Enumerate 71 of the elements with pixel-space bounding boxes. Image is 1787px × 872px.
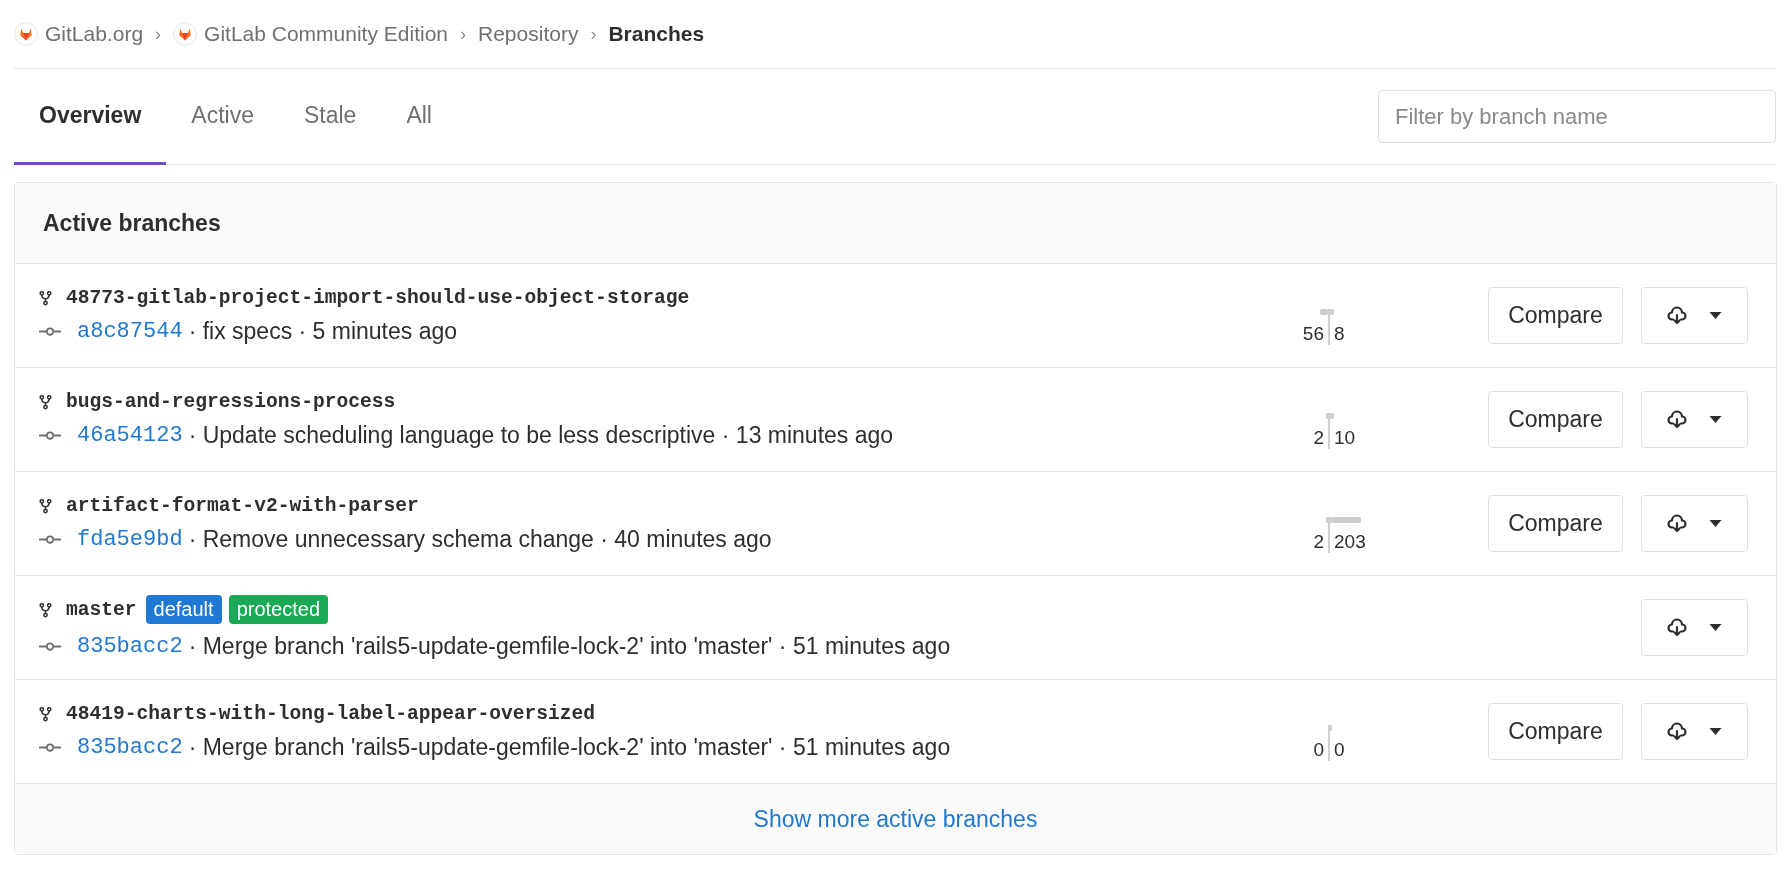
gitlab-logo-icon bbox=[14, 22, 38, 46]
caret-icon bbox=[1709, 727, 1722, 736]
divergence-count: 10 bbox=[1333, 426, 1357, 449]
caret-icon bbox=[1709, 311, 1722, 320]
breadcrumb-separator: › bbox=[590, 23, 597, 45]
commit-sha-link[interactable]: fda5e9bd bbox=[77, 526, 183, 552]
commit-info: · Merge branch 'rails5-update-gemfile-lock-2' into 'master' · 51 minutes ago bbox=[188, 633, 951, 660]
commit-sha-link[interactable]: a8c87544 bbox=[77, 318, 183, 344]
commit-icon bbox=[39, 741, 61, 753]
tab[interactable]: Active bbox=[166, 69, 279, 165]
branch-badge: default bbox=[145, 595, 222, 624]
divergence-count: 56 bbox=[1301, 322, 1325, 345]
commit-info: · Update scheduling language to be less descriptive · 13 minutes ago bbox=[188, 421, 894, 449]
divergence-count: 203 bbox=[1333, 530, 1367, 553]
divergence-count: 2 bbox=[1312, 530, 1325, 553]
commit-info: · fix specs · 5 minutes ago bbox=[188, 317, 458, 345]
cloud-download-icon bbox=[1667, 409, 1687, 430]
show-more-link[interactable]: Show more active branches bbox=[753, 805, 1038, 833]
commit-icon bbox=[39, 641, 61, 652]
commit-info: · Merge branch 'rails5-update-gemfile-lock-2' into 'master' · 51 minutes ago bbox=[188, 733, 951, 761]
commit-icon bbox=[39, 429, 61, 441]
branch-name[interactable]: master bbox=[66, 598, 137, 621]
branch-icon bbox=[39, 393, 52, 410]
branch-badge: protected bbox=[228, 595, 328, 624]
branch-name[interactable]: 48419-charts-with-long-label-appear-oversized bbox=[66, 702, 596, 725]
tab[interactable]: Overview bbox=[14, 69, 167, 165]
breadcrumb-link[interactable]: Branches bbox=[608, 22, 705, 46]
caret-icon bbox=[1709, 623, 1722, 632]
compare-button[interactable]: Compare bbox=[1488, 287, 1623, 344]
tab[interactable]: Stale bbox=[278, 69, 382, 165]
cloud-download-icon bbox=[1667, 305, 1687, 326]
download-button[interactable] bbox=[1641, 599, 1748, 656]
compare-button[interactable]: Compare bbox=[1488, 703, 1623, 760]
divergence-bar bbox=[1332, 516, 1361, 523]
compare-button[interactable]: Compare bbox=[1488, 495, 1623, 552]
commit-sha-link[interactable]: 46a54123 bbox=[77, 422, 183, 448]
branch-icon bbox=[39, 705, 52, 722]
divergence-count: 0 bbox=[1312, 738, 1325, 761]
cloud-download-icon bbox=[1667, 513, 1687, 534]
commit-sha-link[interactable]: 835bacc2 bbox=[77, 634, 183, 659]
tab[interactable]: All bbox=[381, 69, 457, 165]
branch-name[interactable]: bugs-and-regressions-process bbox=[66, 390, 396, 413]
branch-name[interactable]: 48773-gitlab-project-import-should-use-object-storage bbox=[66, 286, 690, 309]
breadcrumb-link[interactable]: GitLab Community Edition bbox=[173, 22, 448, 46]
commit-icon bbox=[39, 533, 61, 545]
download-button[interactable] bbox=[1641, 703, 1748, 760]
breadcrumb-separator: › bbox=[155, 23, 162, 45]
filter-input[interactable]: Filter by branch name bbox=[1378, 90, 1776, 143]
branch-name[interactable]: artifact-format-v2-with-parser bbox=[66, 494, 419, 517]
divergence-count: 2 bbox=[1312, 426, 1325, 449]
breadcrumb-link[interactable]: Repository bbox=[478, 22, 579, 46]
commit-info: · Remove unnecessary schema change · 40 minutes ago bbox=[188, 525, 772, 553]
panel-header: Active branches bbox=[15, 183, 1776, 264]
breadcrumb-separator: › bbox=[460, 23, 466, 45]
commit-sha-link[interactable]: 835bacc2 bbox=[77, 734, 183, 760]
cloud-download-icon bbox=[1667, 617, 1687, 638]
compare-button[interactable]: Compare bbox=[1488, 391, 1623, 448]
caret-icon bbox=[1709, 415, 1722, 424]
breadcrumb-link[interactable]: GitLab.org bbox=[14, 22, 144, 46]
commit-icon bbox=[39, 325, 61, 337]
gitlab-logo-icon bbox=[173, 22, 198, 46]
branch-icon bbox=[39, 601, 52, 618]
branch-icon bbox=[39, 289, 52, 306]
caret-icon bbox=[1709, 519, 1722, 528]
cloud-download-icon bbox=[1667, 721, 1687, 742]
download-button[interactable] bbox=[1641, 495, 1748, 552]
download-button[interactable] bbox=[1641, 287, 1748, 344]
download-button[interactable] bbox=[1641, 391, 1748, 448]
divergence-count: 8 bbox=[1333, 322, 1346, 345]
divergence-count: 0 bbox=[1333, 738, 1346, 761]
branch-icon bbox=[39, 497, 52, 514]
